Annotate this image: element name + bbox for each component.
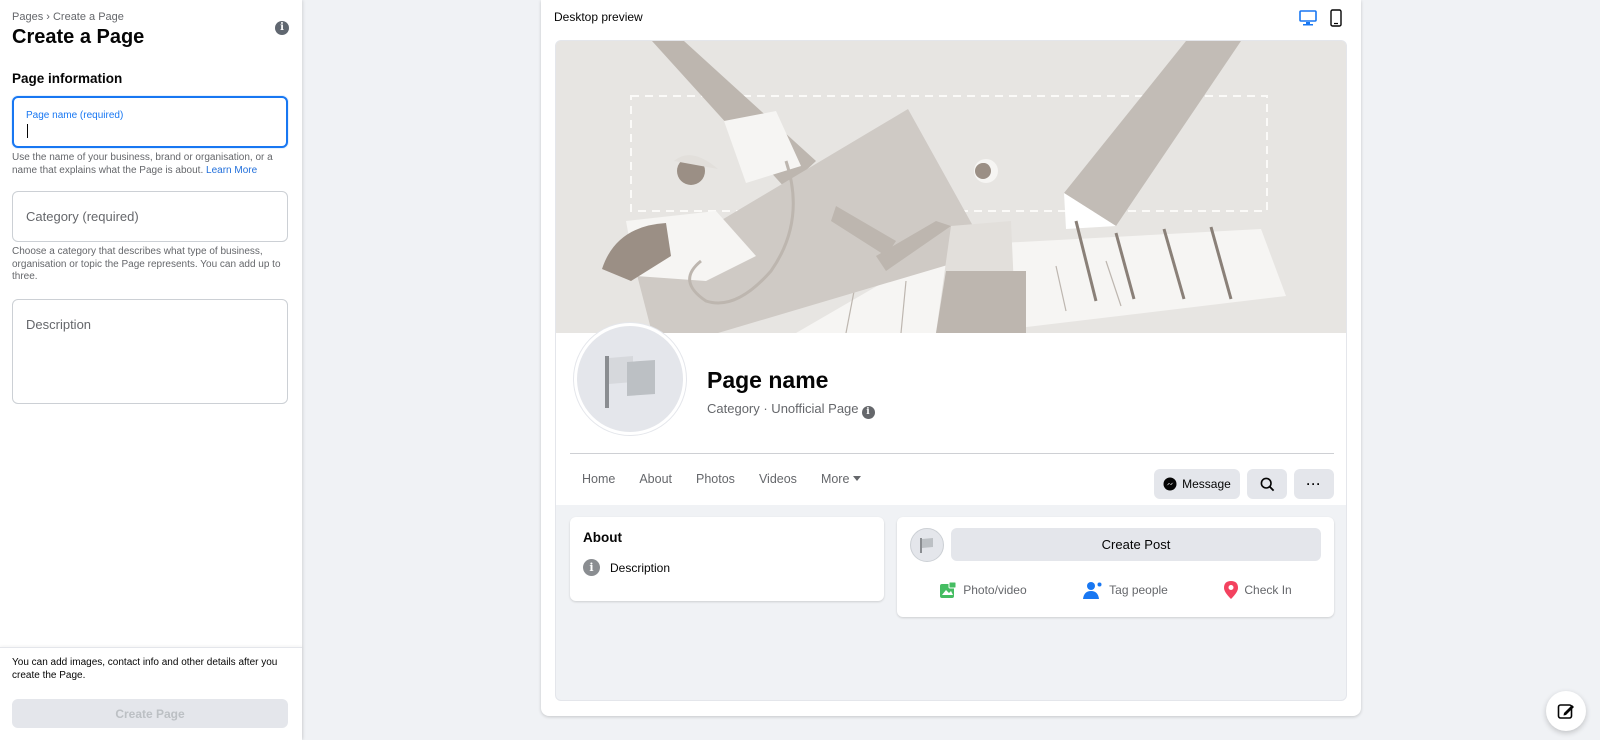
page-tabs: Home About Photos Videos More [570,463,873,495]
description-field[interactable]: Description [12,299,288,404]
flag-icon [920,538,933,553]
preview-label: Desktop preview [554,10,643,24]
mobile-icon[interactable] [1330,9,1342,32]
message-button[interactable]: Message [1154,469,1240,499]
tag-people-icon [1083,582,1102,599]
messenger-icon [1163,477,1177,491]
cover-photo [556,41,1346,334]
desktop-icon[interactable] [1299,10,1317,31]
breadcrumb[interactable]: Pages › Create a Page [12,11,124,23]
search-button[interactable] [1247,469,1287,499]
create-page-button[interactable]: Create Page [12,699,288,728]
create-post-button[interactable]: Create Post [951,528,1321,561]
tab-photos[interactable]: Photos [684,463,747,495]
learn-more-link[interactable]: Learn More [206,165,257,176]
location-pin-icon [1224,581,1239,599]
sidebar: Pages › Create a Page Create a Page i Pa… [0,0,302,740]
page-name-help: Use the name of your business, brand or … [12,152,273,176]
about-title: About [583,530,622,545]
about-card: About i Description [570,517,884,601]
footer-note: You can add images, contact info and oth… [12,657,278,681]
tab-home[interactable]: Home [570,463,627,495]
tab-videos[interactable]: Videos [747,463,809,495]
chevron-down-icon [853,476,862,481]
info-icon: i [583,559,600,576]
section-title: Page information [12,71,123,86]
profile-header: Page name Category · Unofficial Page i Ho… [556,323,1346,505]
page-name-label: Page name (required) [26,110,124,121]
post-actions: Photo/video Tag people Check In [897,574,1334,606]
page-preview: Page name Category · Unofficial Page i Ho… [555,40,1347,701]
compose-icon [1557,704,1574,719]
tab-about[interactable]: About [627,463,684,495]
photo-video-button[interactable]: Photo/video [939,574,1027,606]
check-in-button[interactable]: Check In [1224,574,1292,606]
preview-panel: Desktop preview Page name Category · Uno… [541,0,1361,716]
divider [570,453,1334,454]
flag-icon [605,356,655,408]
avatar [910,528,944,562]
category-field[interactable]: Category (required) [12,191,288,242]
description-placeholder: Description [26,317,92,332]
photo-icon [940,581,957,598]
page-name: Page name [707,367,829,393]
new-message-button[interactable] [1546,691,1586,731]
page-name-field[interactable]: Page name (required) [12,96,288,148]
create-post-card: Create Post Photo/video Tag people Check… [897,517,1334,617]
tab-more[interactable]: More [809,463,873,495]
page-category: Category · Unofficial Page i [707,401,875,419]
sidebar-footer: You can add images, contact info and oth… [0,647,302,740]
info-icon[interactable]: i [861,406,875,419]
profile-picture[interactable] [574,323,686,435]
about-description-row: i Description [583,559,670,576]
more-options-button[interactable]: ··· [1294,469,1334,499]
category-placeholder: Category (required) [26,209,139,224]
info-icon[interactable]: i [275,21,289,35]
category-help: Choose a category that describes what ty… [12,246,281,282]
page-title: Create a Page [12,26,145,48]
search-icon [1260,477,1274,491]
tag-people-button[interactable]: Tag people [1083,574,1168,606]
text-caret [27,124,28,138]
